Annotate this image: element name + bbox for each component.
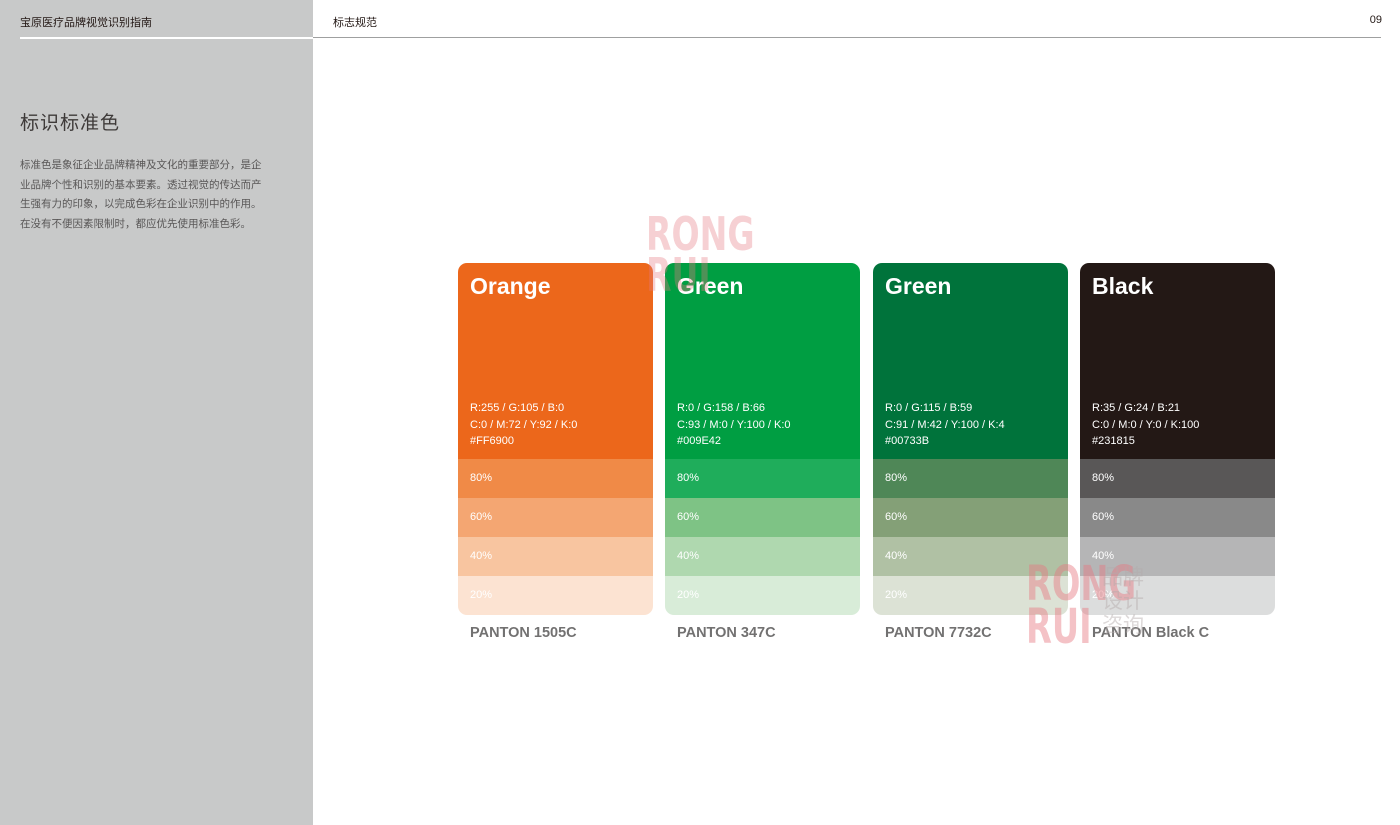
tint-60: 60% (1080, 498, 1275, 537)
swatch-cmyk: C:0 / M:72 / Y:92 / K:0 (470, 418, 578, 431)
pantone-label: PANTON Black C (1092, 625, 1210, 641)
tint-20: 20% (665, 576, 860, 615)
swatch-rgb: R:0 / G:158 / B:66 (677, 402, 766, 414)
color-swatch-group: Orange R:255 / G:105 / B:0 C:0 / M:72 / … (458, 263, 1276, 663)
tint-60: 60% (873, 498, 1068, 537)
swatch-values: R:0 / G:115 / B:59 C:91 / M:42 / Y:100 /… (885, 400, 1005, 450)
swatch-hex: #231815 (1092, 435, 1135, 447)
swatch-card: Black R:35 / G:24 / B:21 C:0 / M:0 / Y:0… (1080, 263, 1275, 615)
sidebar: 宝原医疗品牌视觉识别指南 标识标准色 标准色是象征企业品牌精神及文化的重要部分，… (0, 0, 313, 825)
swatch-rgb: R:35 / G:24 / B:21 (1092, 402, 1181, 414)
swatch-hex: #FF6900 (470, 435, 515, 447)
swatch-main-color: Orange R:255 / G:105 / B:0 C:0 / M:72 / … (458, 263, 653, 459)
swatch-cmyk: C:91 / M:42 / Y:100 / K:4 (885, 418, 1005, 431)
pantone-label: PANTON 7732C (885, 625, 992, 641)
tint-20: 20% (873, 576, 1068, 615)
swatch-name: Green (677, 273, 744, 299)
description-line: 生强有力的印象，以完成色彩在企业识别中的作用。 (20, 198, 262, 210)
tint-40: 40% (665, 537, 860, 576)
section-description: 标准色是象征企业品牌精神及文化的重要部分，是企 业品牌个性和识别的基本要素。透过… (20, 156, 282, 234)
tint-80: 80% (665, 459, 860, 498)
tint-20: 20% (458, 576, 653, 615)
swatch-main-color: Green R:0 / G:115 / B:59 C:91 / M:42 / Y… (873, 263, 1068, 459)
swatch-card: Green R:0 / G:115 / B:59 C:91 / M:42 / Y… (873, 263, 1068, 615)
swatch-name: Black (1092, 273, 1154, 299)
brand-guideline-page: 宝原医疗品牌视觉识别指南 标识标准色 标准色是象征企业品牌精神及文化的重要部分，… (0, 0, 1400, 825)
sidebar-divider (20, 37, 313, 39)
tint-40: 40% (458, 537, 653, 576)
tint-20: 20% (1080, 576, 1275, 615)
tint-80: 80% (873, 459, 1068, 498)
swatch-card: Green R:0 / G:158 / B:66 C:93 / M:0 / Y:… (665, 263, 860, 615)
description-line: 业品牌个性和识别的基本要素。透过视觉的传达而产 (20, 178, 262, 191)
swatch-values: R:0 / G:158 / B:66 C:93 / M:0 / Y:100 / … (677, 400, 791, 450)
document-title: 宝原医疗品牌视觉识别指南 (20, 16, 152, 29)
swatch-cmyk: C:0 / M:0 / Y:0 / K:100 (1092, 418, 1200, 431)
header-divider (313, 37, 1381, 38)
description-line: 标准色是象征企业品牌精神及文化的重要部分，是企 (20, 159, 262, 171)
swatch-dark-green: Green R:0 / G:115 / B:59 C:91 / M:42 / Y… (873, 263, 1068, 641)
swatch-values: R:35 / G:24 / B:21 C:0 / M:0 / Y:0 / K:1… (1092, 400, 1199, 450)
swatch-main-color: Black R:35 / G:24 / B:21 C:0 / M:0 / Y:0… (1080, 263, 1275, 459)
tint-80: 80% (1080, 459, 1275, 498)
swatch-name: Green (885, 273, 952, 299)
swatch-values: R:255 / G:105 / B:0 C:0 / M:72 / Y:92 / … (470, 400, 577, 450)
swatch-name: Orange (470, 273, 551, 299)
tint-60: 60% (458, 498, 653, 537)
tint-60: 60% (665, 498, 860, 537)
description-line: 在没有不便因素限制时，都应优先使用标准色彩。 (20, 217, 251, 230)
swatch-black: Black R:35 / G:24 / B:21 C:0 / M:0 / Y:0… (1080, 263, 1275, 641)
page-number: 09 (1369, 14, 1382, 26)
swatch-rgb: R:0 / G:115 / B:59 (885, 402, 973, 414)
section-heading: 标识标准色 (20, 112, 121, 134)
swatch-hex: #009E42 (677, 435, 722, 447)
tint-40: 40% (873, 537, 1068, 576)
swatch-hex: #00733B (885, 435, 930, 447)
swatch-cmyk: C:93 / M:0 / Y:100 / K:0 (677, 418, 791, 431)
swatch-green: Green R:0 / G:158 / B:66 C:93 / M:0 / Y:… (665, 263, 860, 641)
tint-40: 40% (1080, 537, 1275, 576)
swatch-orange: Orange R:255 / G:105 / B:0 C:0 / M:72 / … (458, 263, 653, 641)
swatch-main-color: Green R:0 / G:158 / B:66 C:93 / M:0 / Y:… (665, 263, 860, 459)
swatch-rgb: R:255 / G:105 / B:0 (470, 402, 565, 414)
pantone-label: PANTON 347C (677, 625, 776, 641)
section-label: 标志规范 (333, 16, 377, 29)
tint-80: 80% (458, 459, 653, 498)
swatch-card: Orange R:255 / G:105 / B:0 C:0 / M:72 / … (458, 263, 653, 615)
pantone-label: PANTON 1505C (470, 625, 577, 641)
